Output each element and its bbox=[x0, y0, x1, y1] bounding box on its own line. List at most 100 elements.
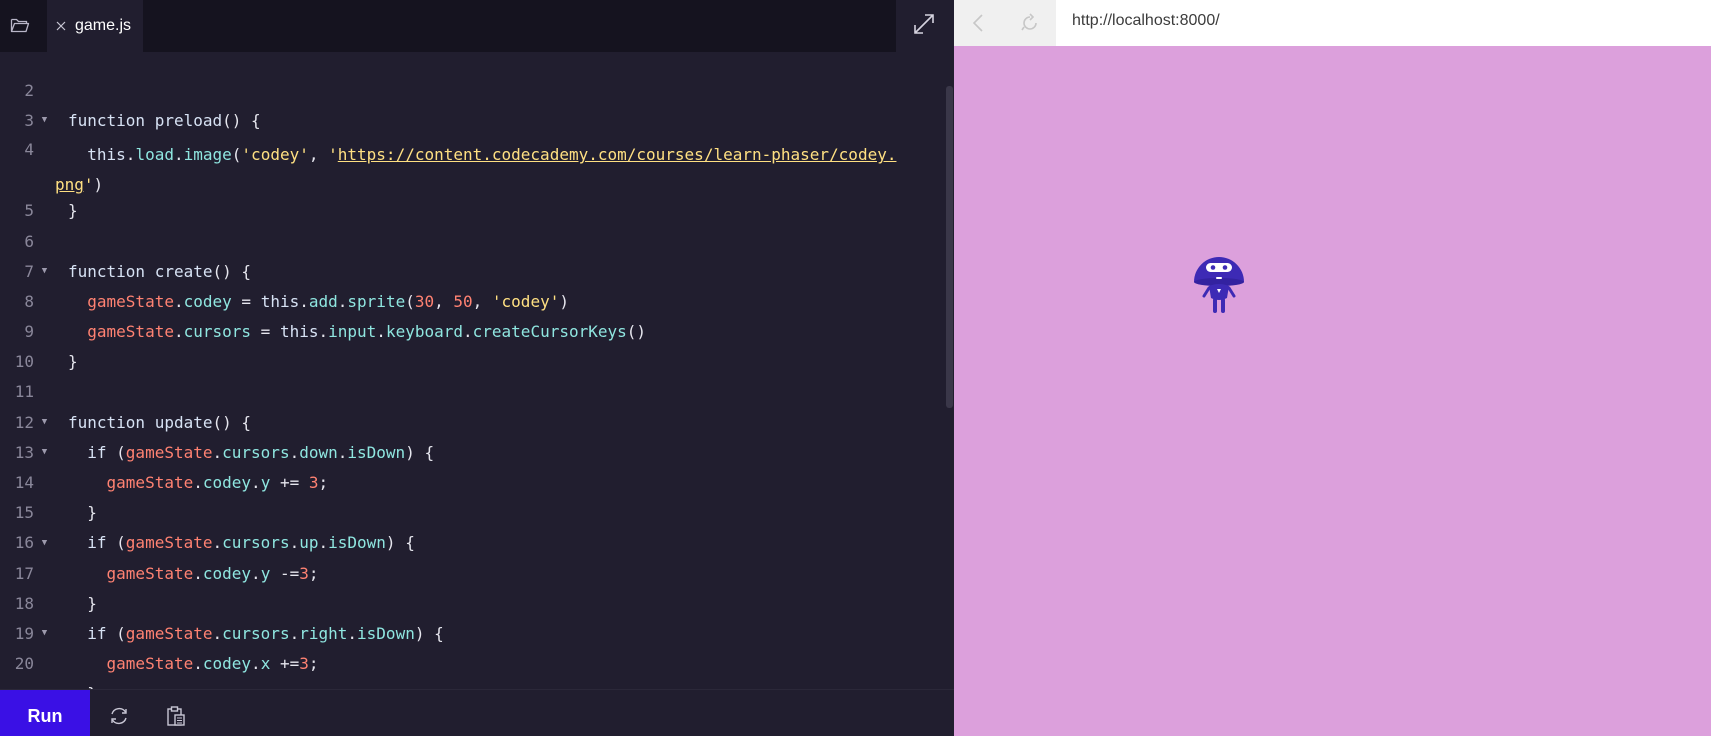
code-area[interactable]: 2 3 ▼ function preload() {4 this.load.image… bbox=[0, 75, 946, 689]
code-line[interactable]: 8 gameState.codey = this.add.sprite(30, … bbox=[0, 286, 946, 316]
code-line[interactable]: 5} bbox=[0, 196, 946, 226]
copy-code-button[interactable] bbox=[158, 698, 194, 734]
code-line[interactable]: } bbox=[0, 679, 946, 689]
code-token: ( bbox=[231, 145, 242, 165]
code-token: . bbox=[318, 533, 329, 553]
code-token: up bbox=[299, 533, 319, 553]
code-token: . bbox=[337, 291, 348, 311]
code-text[interactable]: function preload() { bbox=[68, 111, 261, 130]
fold-arrow-icon[interactable]: ▼ bbox=[34, 266, 55, 276]
code-token: . bbox=[251, 654, 261, 674]
code-token: . bbox=[173, 291, 184, 311]
clipboard-icon bbox=[167, 706, 185, 726]
file-browser-button[interactable] bbox=[0, 0, 40, 50]
code-line[interactable]: 17 gameState.codey.y -=3; bbox=[0, 558, 946, 588]
code-token: . bbox=[347, 623, 358, 643]
reload-icon bbox=[1021, 13, 1037, 31]
expand-editor-button[interactable] bbox=[906, 6, 942, 42]
code-token: png bbox=[55, 175, 84, 195]
code-line[interactable]: 16 ▼ if (gameState.cursors.up.isDown) { bbox=[0, 528, 946, 558]
code-token: cursors bbox=[222, 533, 290, 553]
code-token: () { bbox=[212, 261, 252, 281]
code-token: -= bbox=[270, 563, 300, 583]
tab-game-js[interactable]: game.js bbox=[47, 0, 143, 52]
code-line[interactable]: 19 ▼ if (gameState.cursors.right.isDown) … bbox=[0, 618, 946, 648]
code-token: gameState bbox=[87, 322, 174, 342]
code-line[interactable]: 6 bbox=[0, 226, 946, 256]
code-token: input bbox=[328, 322, 377, 342]
code-token: ; bbox=[308, 563, 319, 583]
code-token: . bbox=[299, 291, 309, 311]
reset-button[interactable] bbox=[101, 698, 137, 734]
code-line[interactable]: 14 gameState.codey.y += 3; bbox=[0, 467, 946, 497]
code-token: ( bbox=[106, 442, 126, 462]
reload-button[interactable] bbox=[1016, 9, 1044, 37]
code-text[interactable]: gameState.codey = this.add.sprite(30, 50… bbox=[68, 292, 569, 311]
code-token: gameState bbox=[106, 654, 194, 674]
run-button[interactable]: Run bbox=[0, 690, 90, 736]
code-token: function bbox=[68, 412, 155, 432]
code-token: isDown bbox=[357, 623, 415, 643]
back-button[interactable] bbox=[965, 9, 993, 37]
code-line[interactable]: 11 bbox=[0, 377, 946, 407]
code-text[interactable]: if (gameState.cursors.right.isDown) { bbox=[68, 623, 443, 643]
code-line[interactable]: 9 gameState.cursors = this.input.keyboar… bbox=[0, 317, 946, 347]
code-text[interactable]: } bbox=[68, 594, 97, 613]
editor-scrollbar-thumb[interactable] bbox=[946, 86, 953, 408]
code-line[interactable]: 18 } bbox=[0, 588, 946, 618]
tab-filename: game.js bbox=[75, 17, 132, 34]
game-canvas[interactable] bbox=[954, 46, 1711, 736]
code-token: https://content.codecademy.com/courses/l… bbox=[337, 145, 897, 165]
line-number: 10 bbox=[14, 352, 34, 372]
code-line[interactable]: 7 ▼ function create() { bbox=[0, 256, 946, 286]
code-token: gameState bbox=[106, 563, 194, 583]
code-token: ' bbox=[83, 175, 94, 195]
code-line[interactable]: 13 ▼ if (gameState.cursors.down.isDown) { bbox=[0, 437, 946, 467]
code-line[interactable]: 3 ▼ function preload() { bbox=[0, 105, 946, 135]
code-text[interactable]: if (gameState.cursors.up.isDown) { bbox=[68, 533, 415, 552]
code-text[interactable]: } bbox=[68, 503, 97, 522]
fold-arrow-icon[interactable]: ▼ bbox=[34, 538, 55, 548]
url-bar[interactable]: http://localhost:8000/ bbox=[1072, 9, 1220, 33]
editor-toolbar: Run bbox=[0, 689, 954, 736]
code-token: sprite bbox=[347, 291, 406, 311]
code-token: y bbox=[260, 563, 271, 583]
code-text[interactable]: gameState.cursors = this.input.keyboard.… bbox=[68, 322, 646, 341]
code-token: y bbox=[260, 473, 271, 493]
fold-arrow-icon[interactable]: ▼ bbox=[34, 628, 55, 638]
code-line[interactable]: 20 gameState.codey.x +=3; bbox=[0, 649, 946, 679]
code-token: . bbox=[289, 623, 300, 643]
code-text[interactable]: this.load.image('codey', 'https://conten… bbox=[55, 135, 897, 200]
code-line[interactable]: 15 } bbox=[0, 498, 946, 528]
nav-buttons bbox=[954, 0, 1056, 46]
code-text[interactable]: } bbox=[68, 201, 78, 220]
code-token: } bbox=[68, 503, 97, 523]
fold-arrow-icon[interactable]: ▼ bbox=[34, 417, 55, 427]
code-line[interactable]: 2 bbox=[0, 75, 946, 105]
code-token: 30 bbox=[414, 291, 435, 311]
code-text[interactable]: gameState.codey.y += 3; bbox=[68, 473, 329, 493]
code-token: . bbox=[212, 623, 223, 643]
line-number: 4 bbox=[24, 140, 34, 160]
code-line[interactable]: 10} bbox=[0, 347, 946, 377]
close-icon[interactable] bbox=[54, 19, 68, 33]
code-text[interactable]: function create() { bbox=[68, 262, 251, 281]
code-line[interactable]: 4 this.load.image('codey', 'https://cont… bbox=[0, 135, 946, 195]
fold-arrow-icon[interactable]: ▼ bbox=[34, 115, 55, 125]
line-number: 8 bbox=[24, 291, 34, 311]
code-token: ' bbox=[328, 145, 338, 165]
code-text[interactable]: } bbox=[68, 352, 78, 371]
code-text[interactable]: if (gameState.cursors.down.isDown) { bbox=[68, 443, 434, 462]
code-text[interactable]: gameState.codey.x +=3; bbox=[68, 654, 319, 673]
code-token: down bbox=[299, 442, 338, 462]
refresh-icon bbox=[111, 707, 127, 725]
fold-arrow-icon[interactable]: ▼ bbox=[34, 447, 55, 457]
code-text[interactable]: function update() { bbox=[68, 413, 251, 432]
line-number: 14 bbox=[14, 473, 34, 493]
code-text[interactable]: gameState.codey.y -=3; bbox=[68, 564, 319, 583]
code-token: 3 bbox=[299, 563, 309, 583]
code-line[interactable]: 12 ▼ function update() { bbox=[0, 407, 946, 437]
